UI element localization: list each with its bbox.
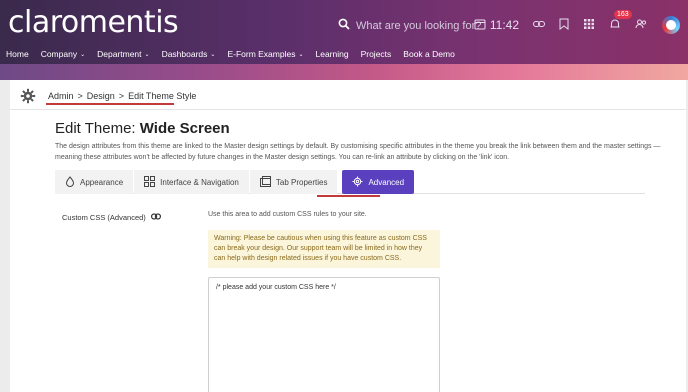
bookmark-icon[interactable] <box>559 18 569 33</box>
search-icon[interactable] <box>338 17 350 35</box>
tab-highlight <box>317 195 380 197</box>
people-icon[interactable] <box>635 18 648 33</box>
calendar-icon <box>474 18 486 33</box>
custom-css-help: Use this area to add custom CSS rules to… <box>208 211 367 218</box>
top-bar: claromentis What are you looking for? 11… <box>0 0 688 70</box>
custom-css-textarea[interactable]: /* please add your custom CSS here */ <box>208 277 440 392</box>
breadcrumb: Admin > Design > Edit Theme Style <box>48 91 196 101</box>
page-title: Edit Theme: Wide Screen <box>55 120 230 137</box>
search-bar[interactable]: What are you looking for? <box>338 13 481 39</box>
nav-item-eform-examples[interactable]: E-Form Examples ⌄ <box>221 49 309 59</box>
notification-badge: 163 <box>614 9 632 19</box>
chevron-down-icon: ⌄ <box>298 51 304 58</box>
decorative-gradient-band <box>0 64 688 80</box>
chevron-down-icon: ⌄ <box>210 51 216 58</box>
breadcrumb-design[interactable]: Design <box>87 91 115 101</box>
top-icons: 11:42 163 <box>474 9 680 40</box>
tab-icon <box>259 175 271 189</box>
search-input[interactable]: What are you looking for? <box>356 20 481 32</box>
page-description: The design attributes from this theme ar… <box>55 143 661 161</box>
droplet-icon <box>65 175 75 189</box>
profile-avatar[interactable] <box>662 16 680 34</box>
breadcrumb-separator: > <box>118 91 125 101</box>
breadcrumb-highlight <box>46 103 174 105</box>
tab-interface-navigation[interactable]: Interface & Navigation <box>134 170 249 194</box>
chevron-down-icon: ⌄ <box>80 51 86 58</box>
warning-box: Warning: Please be cautious when using t… <box>208 230 440 268</box>
bell-icon[interactable] <box>609 18 621 33</box>
main-nav: Home Company ⌄ Department ⌄ Dashboards ⌄ E-… <box>0 44 461 64</box>
nav-item-learning[interactable]: Learning <box>309 49 354 59</box>
nav-item-projects[interactable]: Projects <box>355 49 398 59</box>
breadcrumb-separator: > <box>77 91 83 101</box>
nav-item-company[interactable]: Company ⌄ <box>35 49 91 59</box>
main-panel: Admin > Design > Edit Theme Style Edit T… <box>10 80 686 392</box>
nav-item-dashboards[interactable]: Dashboards ⌄ <box>156 49 222 59</box>
tab-appearance[interactable]: Appearance <box>55 170 134 194</box>
breadcrumb-admin[interactable]: Admin <box>48 91 74 101</box>
nav-item-department[interactable]: Department ⌄ <box>91 49 155 59</box>
custom-css-label: Custom CSS (Advanced) <box>62 213 161 222</box>
clock-widget[interactable]: 11:42 <box>474 18 519 33</box>
link-icon[interactable] <box>533 18 545 33</box>
tab-bar: Appearance Interface & Navigation Tab Pr… <box>55 170 645 194</box>
breadcrumb-bar: Admin > Design > Edit Theme Style <box>10 80 686 110</box>
tab-advanced[interactable]: Advanced <box>342 170 415 194</box>
apps-grid-icon[interactable] <box>583 18 595 33</box>
chevron-down-icon: ⌄ <box>144 51 150 58</box>
nav-item-home[interactable]: Home <box>0 49 35 59</box>
time-text: 11:42 <box>489 18 519 32</box>
tab-tab-properties[interactable]: Tab Properties <box>249 170 338 194</box>
settings-gear-icon <box>20 88 36 104</box>
nav-item-book-demo[interactable]: Book a Demo <box>397 49 461 59</box>
grid-icon <box>144 175 156 189</box>
gear-icon <box>352 176 363 189</box>
theme-name: Wide Screen <box>139 120 230 137</box>
notifications[interactable]: 163 <box>609 9 632 33</box>
link-icon[interactable] <box>150 213 161 222</box>
logo[interactable]: claromentis <box>8 8 179 38</box>
breadcrumb-current: Edit Theme Style <box>128 91 197 101</box>
